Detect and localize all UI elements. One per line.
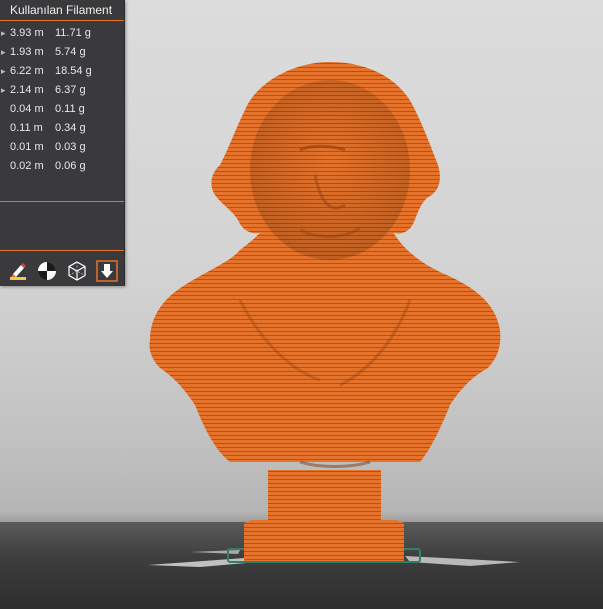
filament-length: 1.93 m: [10, 46, 44, 58]
filament-row: ▸ 3.93 m 11.71 g: [0, 24, 124, 43]
filament-weight: 0.06 g: [55, 160, 86, 172]
center-of-mass-icon[interactable]: [36, 260, 58, 282]
filament-row: ▸ 1.93 m 5.74 g: [0, 43, 124, 62]
filament-length: 0.11 m: [10, 122, 43, 134]
3d-viewport[interactable]: Kullanılan Filament ▸ 3.93 m 11.71 g ▸ 1…: [0, 0, 603, 609]
filament-row: ▸ 2.14 m 6.37 g: [0, 81, 124, 100]
section-divider: [0, 250, 124, 251]
sliced-bust-model[interactable]: [149, 62, 501, 561]
filament-row: ▸ 6.22 m 18.54 g: [0, 62, 124, 81]
filament-weight: 0.11 g: [55, 103, 85, 115]
filament-row: 0.11 m 0.34 g: [0, 119, 124, 138]
view-toolbar: [0, 260, 124, 286]
filament-weight: 6.37 g: [55, 84, 86, 96]
filament-length: 0.01 m: [10, 141, 44, 153]
extruder-marker-icon: ▸: [1, 66, 6, 76]
wireframe-cube-icon[interactable]: [66, 260, 88, 282]
filament-length: 6.22 m: [10, 65, 44, 77]
filament-usage-panel: Kullanılan Filament ▸ 3.93 m 11.71 g ▸ 1…: [0, 0, 125, 286]
extruder-marker-icon: ▸: [1, 47, 6, 57]
filament-weight: 11.71 g: [55, 27, 91, 39]
filament-length: 0.02 m: [10, 160, 44, 172]
extruder-marker-icon: ▸: [1, 28, 6, 38]
filament-rows: ▸ 3.93 m 11.71 g ▸ 1.93 m 5.74 g ▸ 6.22 …: [0, 21, 124, 176]
filament-length: 0.04 m: [10, 103, 44, 115]
filament-weight: 5.74 g: [55, 46, 86, 58]
filament-weight: 18.54 g: [55, 65, 92, 77]
paint-brush-icon[interactable]: [7, 260, 29, 282]
filament-length: 3.93 m: [10, 27, 44, 39]
filament-row: 0.01 m 0.03 g: [0, 138, 124, 157]
section-divider: [0, 201, 124, 202]
filament-length: 2.14 m: [10, 84, 44, 96]
filament-row: 0.04 m 0.11 g: [0, 100, 124, 119]
filament-row: 0.02 m 0.06 g: [0, 157, 124, 176]
filament-weight: 0.03 g: [55, 141, 86, 153]
panel-title: Kullanılan Filament: [0, 0, 124, 21]
filament-weight: 0.34 g: [55, 122, 86, 134]
extruder-marker-icon: ▸: [1, 85, 6, 95]
export-down-icon[interactable]: [96, 260, 118, 282]
